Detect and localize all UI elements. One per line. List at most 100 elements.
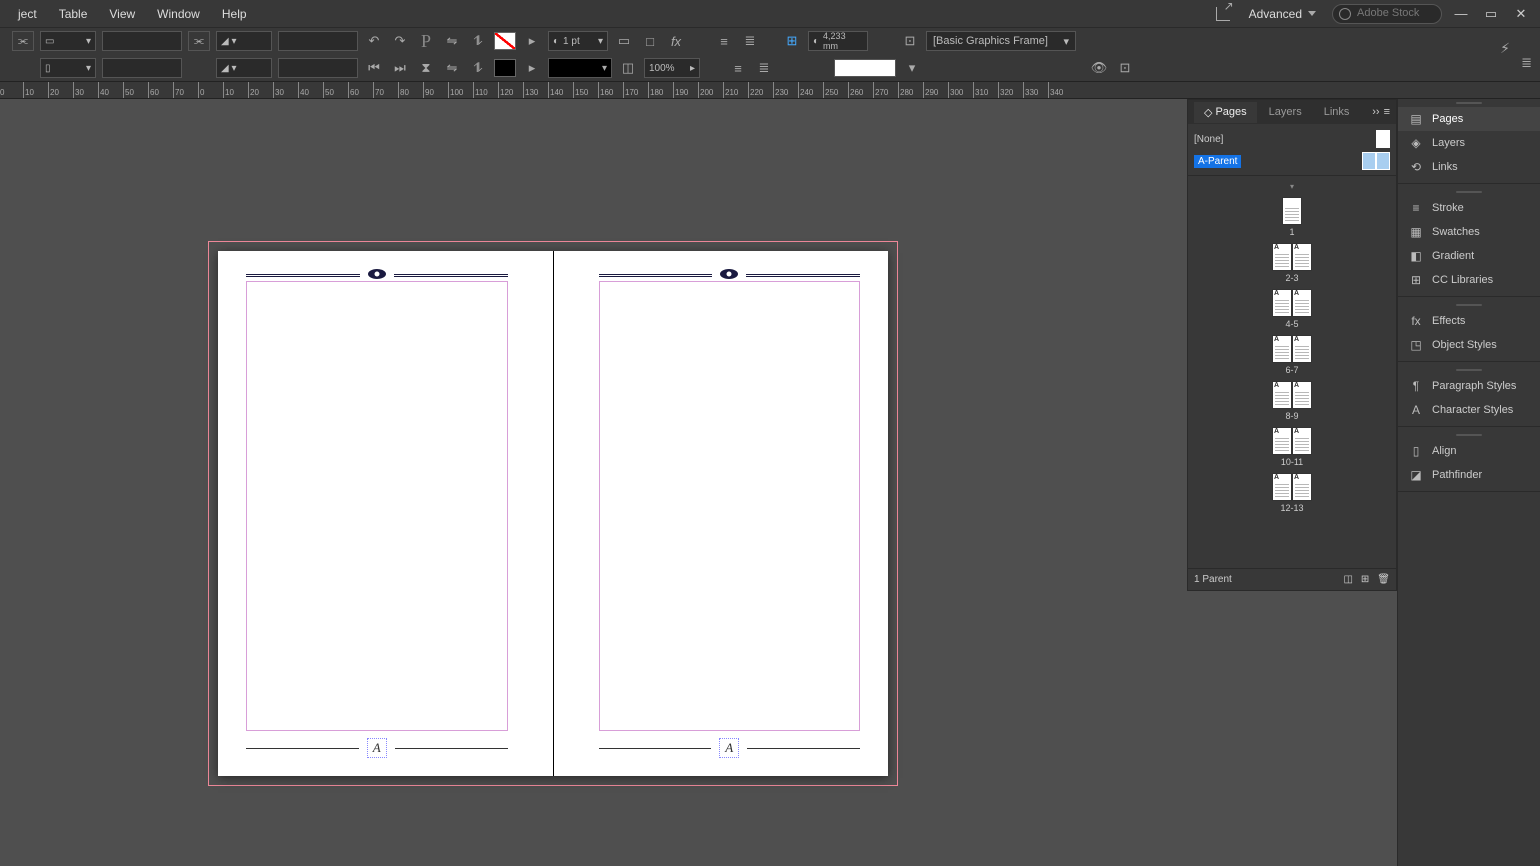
spread[interactable]: A A: [218, 251, 888, 776]
page-number-marker[interactable]: A: [719, 738, 739, 758]
right-page[interactable]: A: [554, 251, 889, 776]
rotate-cw-icon[interactable]: ↷: [390, 31, 410, 51]
workspace-switcher[interactable]: Advanced: [1241, 3, 1324, 25]
gpu-icon[interactable]: ⚡︎: [1500, 40, 1510, 57]
stroke-weight-field[interactable]: ◐1 pt▾: [548, 31, 608, 51]
zoom-field[interactable]: 100%▸: [644, 58, 700, 78]
scale-x-dropdown[interactable]: ◢ ▾: [216, 31, 272, 51]
tab-pages[interactable]: ◇ Pages: [1194, 102, 1257, 123]
page-thumb[interactable]: 12-13: [1272, 473, 1312, 513]
page-thumb[interactable]: 8-9: [1272, 381, 1312, 421]
dock-item-pages[interactable]: ▤Pages: [1398, 107, 1540, 131]
fill-arrow-icon[interactable]: ▸: [522, 31, 542, 51]
dock-item-layers[interactable]: ◈Layers: [1398, 131, 1540, 155]
preset-arrow-icon[interactable]: ▾: [902, 58, 922, 78]
dock-handle[interactable]: [1398, 366, 1540, 374]
page-thumb[interactable]: 10-11: [1272, 427, 1312, 467]
p-icon[interactable]: P: [416, 31, 436, 51]
dock-item-pathfinder[interactable]: ◪Pathfinder: [1398, 463, 1540, 487]
panel-menu-icon[interactable]: ≡: [1384, 106, 1390, 118]
panel-menu-icon[interactable]: ≣: [1521, 55, 1532, 71]
link2-icon[interactable]: ⫘: [188, 31, 210, 51]
stroke-arrow-icon[interactable]: ▸: [522, 58, 542, 78]
minimize-button[interactable]: —: [1450, 5, 1472, 23]
flip-h2-icon[interactable]: ⇋: [442, 58, 462, 78]
opacity-icon[interactable]: ◫: [618, 58, 638, 78]
tab-layers[interactable]: Layers: [1259, 102, 1312, 122]
fill-swatch[interactable]: [494, 32, 516, 50]
eye-sm-icon[interactable]: 👁: [1089, 58, 1109, 78]
dock-item-align[interactable]: ▯Align: [1398, 439, 1540, 463]
dock-item-stroke[interactable]: ≡Stroke: [1398, 196, 1540, 220]
ruler-tick: 170: [623, 82, 649, 98]
page-thumb[interactable]: 1: [1282, 197, 1302, 237]
close-button[interactable]: ✕: [1510, 5, 1532, 23]
menu-table[interactable]: Table: [49, 3, 98, 25]
section-marker-icon: ▾: [1290, 182, 1294, 191]
dock-item-links[interactable]: ⟲Links: [1398, 155, 1540, 179]
menu-help[interactable]: Help: [212, 3, 257, 25]
link-icon[interactable]: ⫘: [12, 31, 34, 51]
crop-icon[interactable]: ⊡: [900, 31, 920, 51]
page-number-marker[interactable]: A: [367, 738, 387, 758]
stroke-style-dropdown[interactable]: ▾: [548, 58, 612, 78]
dock-handle[interactable]: [1398, 188, 1540, 196]
rotate-ccw-icon[interactable]: ↶: [364, 31, 384, 51]
step-fwd-icon[interactable]: ⏭: [390, 58, 410, 78]
dock-item-swatches[interactable]: ▦Swatches: [1398, 220, 1540, 244]
flip-v2-icon[interactable]: ⥮: [468, 58, 488, 78]
frame2-icon[interactable]: □: [640, 31, 660, 51]
dock-handle[interactable]: [1398, 301, 1540, 309]
scale-y-dropdown[interactable]: ◢ ▾: [216, 58, 272, 78]
dock-handle[interactable]: [1398, 99, 1540, 107]
gap-field[interactable]: ◐4,233 mm: [808, 31, 868, 51]
distribute-icon[interactable]: ⊞: [782, 31, 802, 51]
page-size-icon[interactable]: ◫: [1343, 574, 1352, 585]
align2-icon[interactable]: ≡: [728, 58, 748, 78]
menu-window[interactable]: Window: [147, 3, 210, 25]
step-back-icon[interactable]: ⏮: [364, 58, 384, 78]
page-thumb[interactable]: 2-3: [1272, 243, 1312, 283]
scale-w-dropdown[interactable]: [278, 31, 358, 51]
menu-object[interactable]: ject: [8, 3, 47, 25]
master-a-parent[interactable]: A-Parent: [1194, 150, 1390, 172]
align3-icon[interactable]: ≣: [754, 58, 774, 78]
dock-item-paragraph-styles[interactable]: ¶Paragraph Styles: [1398, 374, 1540, 398]
dock-item-cc-libraries[interactable]: ⊞CC Libraries: [1398, 268, 1540, 292]
dock-item-gradient[interactable]: ◧Gradient: [1398, 244, 1540, 268]
flip-h-icon[interactable]: ⇋: [442, 31, 462, 51]
align-center-icon[interactable]: ≣: [740, 31, 760, 51]
page-thumb[interactable]: 4-5: [1272, 289, 1312, 329]
object-style-dropdown[interactable]: [Basic Graphics Frame]▾: [926, 31, 1076, 51]
dock-handle[interactable]: [1398, 431, 1540, 439]
h-dropdown[interactable]: [102, 58, 182, 78]
new-page-icon[interactable]: ⊞: [1361, 574, 1369, 585]
delete-page-icon[interactable]: 🗑: [1377, 574, 1390, 585]
w-dropdown[interactable]: [102, 31, 182, 51]
page-thumb[interactable]: 6-7: [1272, 335, 1312, 375]
x-dropdown[interactable]: ▭ ▾: [40, 31, 96, 51]
horizontal-ruler[interactable]: 0102030405060700102030405060708090100110…: [0, 81, 1540, 99]
page-thumbnails[interactable]: ▾ 1 2-3 4-5 6-7 8-9 10-11 12-13: [1188, 176, 1396, 568]
tab-links[interactable]: Links: [1314, 102, 1360, 122]
align-left-icon[interactable]: ≡: [714, 31, 734, 51]
left-page[interactable]: A: [218, 251, 554, 776]
dock-item-object-styles[interactable]: ◳Object Styles: [1398, 333, 1540, 357]
share-icon[interactable]: [1213, 4, 1233, 24]
master-none[interactable]: [None]: [1194, 128, 1390, 150]
dock-item-effects[interactable]: fxEffects: [1398, 309, 1540, 333]
stroke-swatch[interactable]: [494, 59, 516, 77]
maximize-button[interactable]: ▭: [1480, 5, 1502, 23]
menu-view[interactable]: View: [99, 3, 145, 25]
chain-icon[interactable]: ⊡: [1115, 58, 1135, 78]
flip-v-icon[interactable]: ⥮: [468, 31, 488, 51]
color-preset[interactable]: [834, 59, 896, 77]
scale-h-dropdown[interactable]: [278, 58, 358, 78]
fx-icon[interactable]: fx: [666, 31, 686, 51]
y-dropdown[interactable]: ▯ ▾: [40, 58, 96, 78]
timer-icon[interactable]: ⧗: [416, 58, 436, 78]
collapse-icon[interactable]: ››: [1372, 106, 1379, 118]
dock-item-character-styles[interactable]: ACharacter Styles: [1398, 398, 1540, 422]
frame-icon[interactable]: ▭: [614, 31, 634, 51]
stock-search[interactable]: Adobe Stock: [1332, 4, 1442, 24]
